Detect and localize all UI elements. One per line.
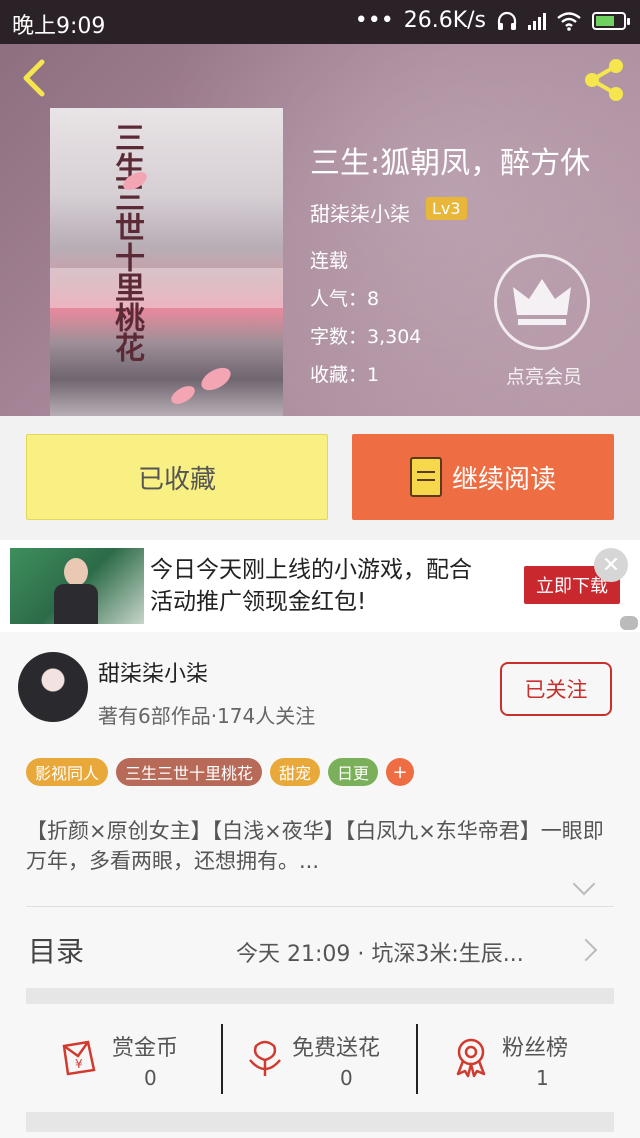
book-status: 连载 [310,250,349,272]
tag-list: 影视同人 三生三世十里桃花 甜宠 日更 + [26,758,415,786]
coin-reward-value: 0 [144,1066,157,1090]
continue-reading-button[interactable]: 继续阅读 [352,434,614,520]
ad-person-body [54,584,98,624]
section-separator [26,988,614,1004]
book-title: 三生:狐朝凤，醉方休 [310,146,591,181]
fan-ranking-label[interactable]: 粉丝榜 [502,1030,568,1062]
network-speed: 26.6K/s [403,8,486,33]
battery-icon [592,11,630,30]
send-flower-label[interactable]: 免费送花 [292,1030,380,1062]
tag[interactable]: 甜宠 [270,758,321,786]
author-name[interactable]: 甜柒柒小柒 [98,656,208,688]
fan-ranking-value: 1 [536,1066,549,1090]
crown-icon [513,279,571,325]
ad-close-icon[interactable]: ✕ [594,548,628,582]
stats-separator [221,1024,223,1094]
book-description: 【折颜×原创女主】【白浅×夜华】【白凤九×东华帝君】一眼即万年，多看两眼，还想拥… [26,819,604,873]
wifi-icon [557,11,581,31]
ad-person-face [64,558,88,586]
tag[interactable]: 三生三世十里桃花 [116,758,263,786]
ad-marker-icon [620,616,638,630]
book-word-count: 字数：3,304 [310,326,422,348]
book-author[interactable]: 甜柒柒小柒 [310,198,410,227]
status-bar: 晚上9:09 ••• 26.6K/s [0,0,640,44]
send-flower-value: 0 [340,1066,353,1090]
tag[interactable]: 日更 [328,758,379,786]
follow-button[interactable]: 已关注 [500,662,612,716]
section-separator [26,1112,614,1132]
status-time: 晚上9:09 [12,14,106,39]
author-avatar[interactable] [18,652,88,722]
ad-image[interactable] [10,548,144,624]
status-dots: ••• [354,8,394,33]
ad-text[interactable]: 今日今天刚上线的小游戏，配合活动推广领现金红包! [150,554,490,618]
svg-text:¥: ¥ [75,1057,83,1071]
book-popularity: 人气：8 [310,288,380,310]
continue-reading-label: 继续阅读 [451,464,556,495]
cover-title: 三生三世十里桃花 [109,122,144,362]
cover-petal [197,363,235,395]
divider [26,906,614,907]
medal-icon[interactable] [450,1036,492,1078]
stats-separator [416,1024,418,1094]
signal-icon [528,12,546,30]
red-envelope-icon[interactable]: ¥ [58,1036,100,1078]
vip-button[interactable] [494,254,590,350]
toc-label[interactable]: 目录 [28,930,84,970]
favorited-button[interactable]: 已收藏 [26,434,328,520]
coin-reward-label[interactable]: 赏金币 [112,1030,178,1062]
book-cover[interactable]: 三生三世十里桃花 [50,108,283,416]
tag[interactable]: 影视同人 [26,758,109,786]
more-tags-button[interactable]: + [386,758,415,786]
author-level-badge: Lv3 [426,197,467,220]
toc-latest-chapter[interactable]: 今天 21:09 · 坑深3米:生辰... [236,936,524,968]
book-favorites: 收藏：1 [310,364,380,386]
vip-label[interactable]: 点亮会员 [482,362,606,389]
headphones-icon [497,11,517,30]
flower-icon[interactable] [244,1038,286,1080]
cover-mist [50,268,283,308]
back-arrow-icon[interactable] [16,58,56,98]
status-right: ••• 26.6K/s [354,8,630,33]
author-info: 著有6部作品·174人关注 [98,704,316,728]
share-icon[interactable] [578,54,630,106]
cover-petal [168,382,198,408]
book-icon [409,457,442,497]
